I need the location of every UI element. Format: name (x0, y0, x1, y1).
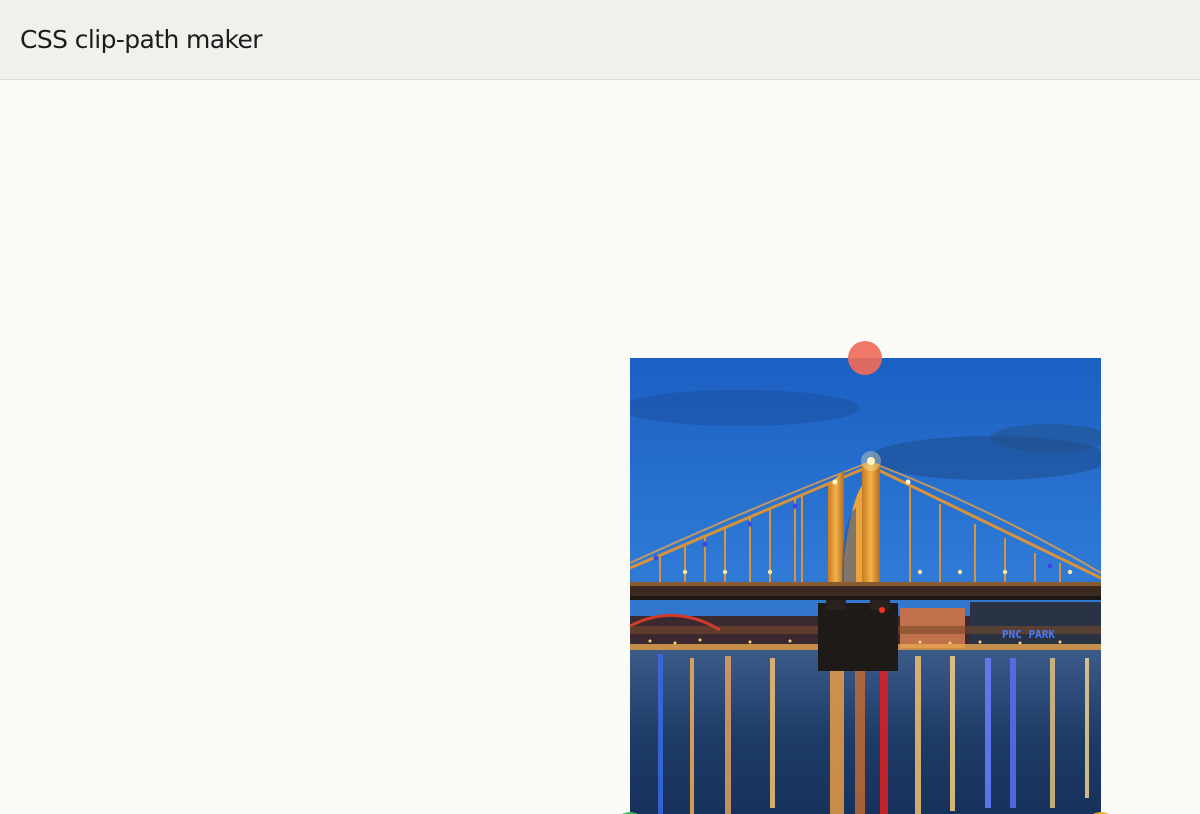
bridge-image: PNC PARK (630, 358, 1101, 814)
svg-text:PNC PARK: PNC PARK (1002, 628, 1055, 641)
workspace: PNC PARK (0, 81, 1200, 814)
clip-point-handle-top[interactable] (848, 341, 882, 375)
clip-path-editor[interactable]: PNC PARK (613, 341, 1118, 814)
app-title: CSS clip-path maker (20, 25, 263, 54)
app-header: CSS clip-path maker (0, 0, 1200, 80)
park-sign: PNC PARK (1002, 628, 1055, 641)
